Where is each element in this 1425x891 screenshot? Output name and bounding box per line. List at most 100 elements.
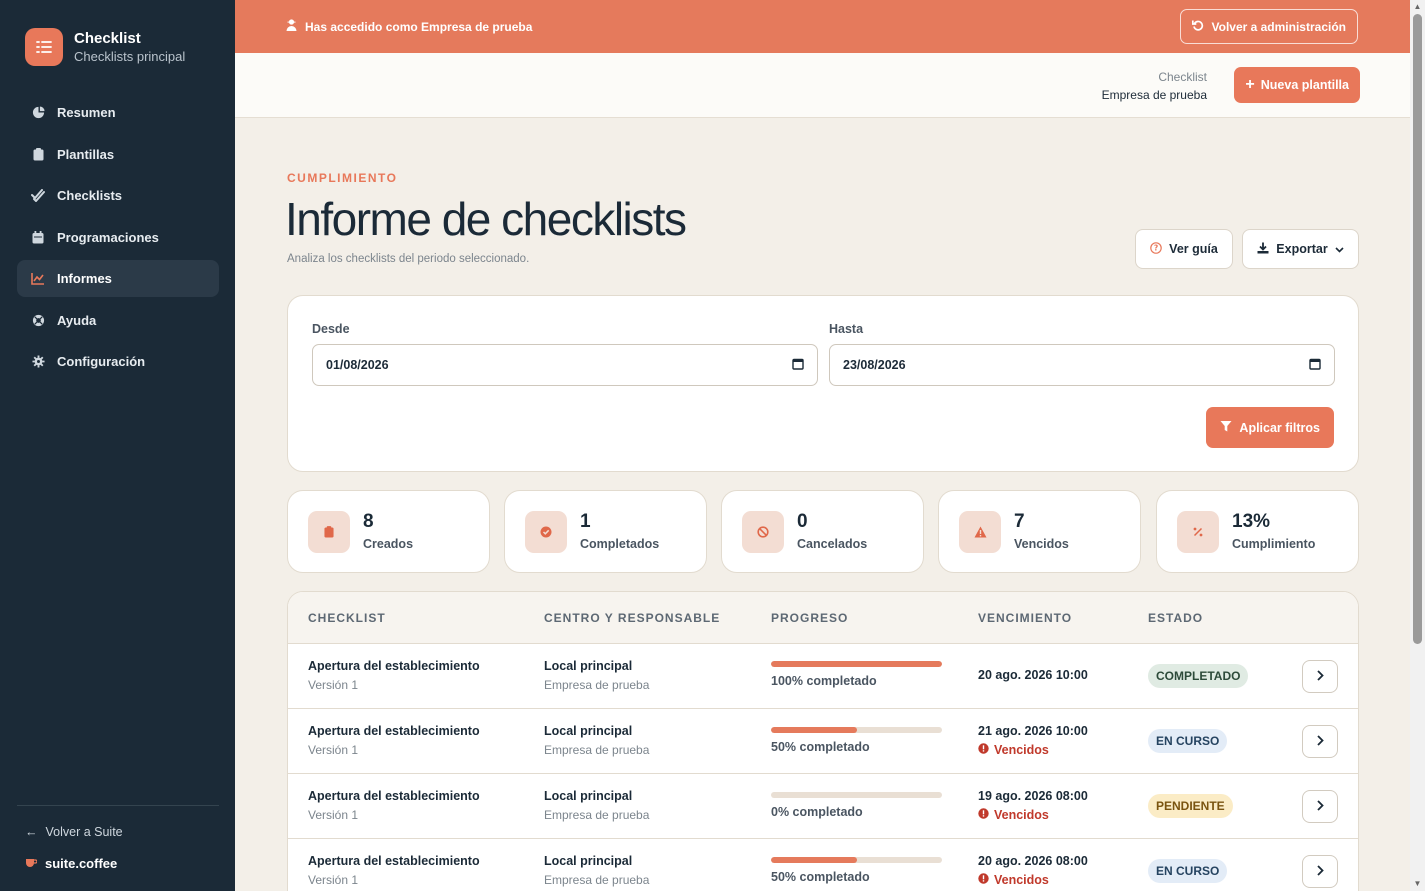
- scroll-up-icon[interactable]: ▲: [1413, 2, 1422, 12]
- sidebar-item-informes[interactable]: Informes: [17, 260, 219, 297]
- lifebuoy-icon: [31, 313, 45, 327]
- overdue-indicator: Vencidos: [978, 743, 1049, 757]
- column-header-progress[interactable]: PROGRESO: [771, 611, 848, 625]
- overdue-label: Vencidos: [994, 743, 1049, 757]
- open-row-button[interactable]: [1302, 660, 1338, 693]
- suite-logo-text: suite.coffee: [45, 856, 118, 871]
- download-icon: [1257, 242, 1269, 257]
- column-header-due[interactable]: VENCIMIENTO: [978, 611, 1072, 625]
- progress-bar: [771, 792, 942, 798]
- context-company: Empresa de prueba: [1101, 88, 1207, 102]
- table-row[interactable]: Apertura del establecimiento Versión 1 Loc…: [288, 839, 1358, 891]
- status-badge: EN CURSO: [1148, 859, 1228, 883]
- clipboard-icon: [31, 147, 45, 161]
- from-date-input[interactable]: 01/08/2026: [312, 344, 818, 386]
- progress-text: 0% completado: [771, 805, 863, 819]
- stat-card-cancelled: 0 Cancelados: [721, 490, 924, 573]
- checklist-name: Apertura del establecimiento: [308, 724, 480, 738]
- progress-bar-fill: [771, 857, 857, 863]
- to-label: Hasta: [829, 322, 864, 336]
- column-header-status[interactable]: ESTADO: [1148, 611, 1203, 625]
- responsible-name: Empresa de prueba: [544, 678, 650, 692]
- center-name: Local principal: [544, 659, 633, 673]
- scroll-down-icon[interactable]: ▼: [1413, 879, 1422, 889]
- calendar-icon: [31, 230, 45, 244]
- apply-filters-button[interactable]: Aplicar filtros: [1206, 407, 1334, 448]
- page-scrollbar[interactable]: ▲ ▼: [1410, 0, 1425, 891]
- due-date: 19 ago. 2026 08:00: [978, 789, 1088, 803]
- back-to-suite-link[interactable]: ← Volver a Suite: [25, 825, 123, 839]
- due-date: 21 ago. 2026 10:00: [978, 724, 1088, 738]
- sidebar-item-label: Programaciones: [57, 229, 159, 245]
- sidebar-item-resumen[interactable]: Resumen: [17, 94, 219, 131]
- stat-card-completed: 1 Completados: [504, 490, 707, 573]
- open-row-button[interactable]: [1302, 725, 1338, 758]
- responsible-name: Empresa de prueba: [544, 873, 650, 887]
- progress-text: 50% completado: [771, 740, 870, 754]
- to-date-input[interactable]: 23/08/2026: [829, 344, 1335, 386]
- back-to-admin-button[interactable]: Volver a administración: [1179, 9, 1358, 44]
- warning-icon: [959, 511, 1001, 553]
- progress-text: 100% completado: [771, 674, 877, 688]
- apply-filters-label: Aplicar filtros: [1239, 420, 1320, 435]
- column-header-checklist[interactable]: CHECKLIST: [308, 611, 386, 625]
- percent-icon: [1177, 511, 1219, 553]
- coffee-cup-icon: [25, 856, 38, 871]
- stat-label: Cumplimiento: [1232, 537, 1316, 551]
- plus-icon: +: [1245, 76, 1255, 93]
- scroll-thumb[interactable]: [1413, 14, 1422, 644]
- checklist-version: Versión 1: [308, 808, 359, 822]
- sidebar-item-label: Informes: [57, 271, 112, 286]
- status-badge: COMPLETADO: [1148, 664, 1249, 688]
- filter-icon: [1220, 420, 1232, 435]
- sidebar-item-label: Resumen: [57, 105, 116, 120]
- to-date-value: 23/08/2026: [843, 358, 906, 372]
- brand-title: Checklist: [74, 29, 141, 47]
- context-info: Checklist Empresa de prueba: [1102, 68, 1207, 104]
- overdue-indicator: Vencidos: [978, 808, 1049, 822]
- sidebar-item-plantillas[interactable]: Plantillas: [17, 136, 219, 173]
- sidebar-item-ayuda[interactable]: Ayuda: [17, 302, 219, 339]
- table-row[interactable]: Apertura del establecimiento Versión 1 Loc…: [288, 644, 1358, 709]
- calendar-icon[interactable]: [792, 358, 804, 373]
- responsible-name: Empresa de prueba: [544, 808, 650, 822]
- calendar-icon[interactable]: [1309, 358, 1321, 373]
- stat-card-compliance: 13% Cumplimiento: [1156, 490, 1359, 573]
- table-row[interactable]: Apertura del establecimiento Versión 1 Loc…: [288, 709, 1358, 774]
- table-row[interactable]: Apertura del establecimiento Versión 1 Loc…: [288, 774, 1358, 839]
- sidebar-item-programaciones[interactable]: Programaciones: [17, 219, 219, 256]
- overdue-indicator: Vencidos: [978, 873, 1049, 887]
- back-to-admin-label: Volver a administración: [1211, 19, 1347, 34]
- stat-label: Vencidos: [1014, 537, 1069, 551]
- stat-value: 0: [797, 511, 808, 532]
- checklist-version: Versión 1: [308, 743, 359, 757]
- sidebar-item-checklists[interactable]: Checklists: [17, 177, 219, 214]
- stat-value: 8: [363, 511, 374, 532]
- overdue-label: Vencidos: [994, 873, 1049, 887]
- open-row-button[interactable]: [1302, 790, 1338, 823]
- new-template-label: Nueva plantilla: [1260, 78, 1349, 92]
- new-template-button[interactable]: + Nueva plantilla: [1234, 67, 1360, 103]
- center-name: Local principal: [544, 854, 633, 868]
- stat-label: Completados: [580, 537, 660, 551]
- progress-bar: [771, 727, 942, 733]
- ban-icon: [742, 511, 784, 553]
- from-label: Desde: [312, 322, 350, 336]
- suite-logo[interactable]: suite.coffee: [25, 856, 117, 871]
- sidebar-item-label: Configuración: [57, 354, 146, 369]
- brand[interactable]: Checklist Checklists principal: [25, 28, 185, 66]
- column-header-center[interactable]: CENTRO Y RESPONSABLE: [544, 611, 720, 625]
- filters-card: Desde 01/08/2026 Hasta 23/08/2026 Aplica…: [287, 295, 1359, 472]
- exclamation-circle-icon: [978, 873, 989, 887]
- checklist-name: Apertura del establecimiento: [308, 659, 480, 673]
- chevron-right-icon: [1316, 733, 1324, 751]
- chevron-down-icon: [1335, 242, 1344, 256]
- export-dropdown-button[interactable]: Exportar: [1242, 229, 1359, 269]
- open-row-button[interactable]: [1302, 855, 1338, 888]
- view-guide-button[interactable]: ? Ver guía: [1135, 229, 1233, 269]
- due-date: 20 ago. 2026 10:00: [978, 668, 1088, 682]
- stat-label: Cancelados: [797, 537, 868, 551]
- banner-message: Has accedido como Empresa de prueba: [286, 19, 532, 34]
- exclamation-circle-icon: [978, 808, 989, 822]
- sidebar-item-configuracion[interactable]: Configuración: [17, 343, 219, 380]
